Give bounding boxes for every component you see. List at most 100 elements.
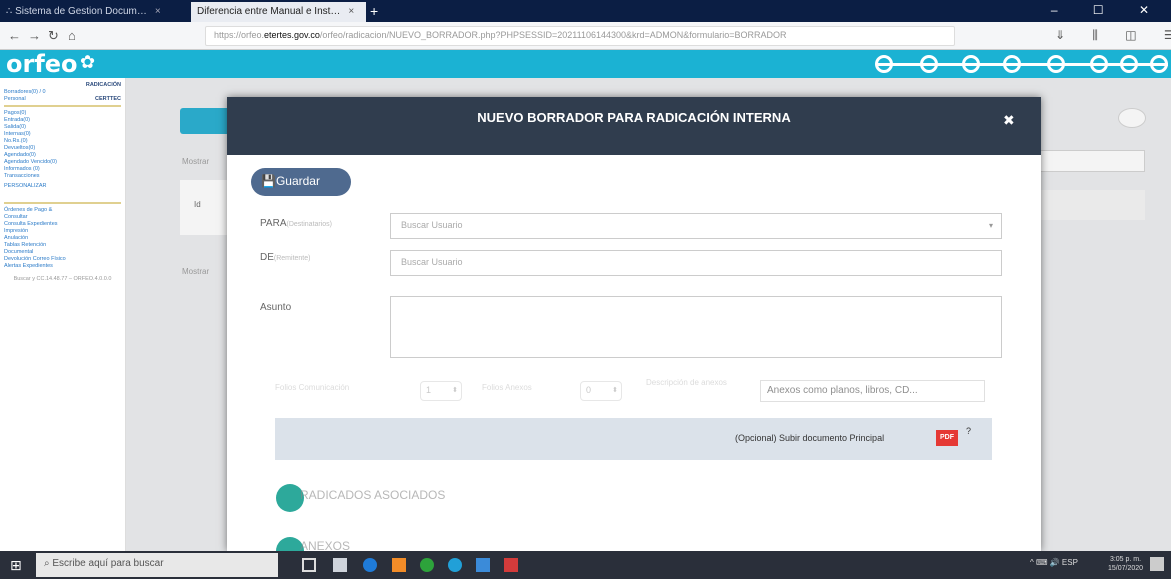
modal-header — [227, 97, 1041, 155]
close-icon[interactable]: ✖ — [1003, 112, 1015, 129]
sidebar-folder-item[interactable]: Pagos(0) — [4, 110, 121, 117]
de-sub-label: (Remitente) — [273, 255, 311, 262]
para-select[interactable]: Buscar Usuario ▾ — [390, 213, 1002, 239]
sidebar-menu-item[interactable]: Tablas Retención — [4, 242, 121, 249]
sidebar-menu-item[interactable]: Consultar — [4, 214, 121, 221]
de-input[interactable]: Buscar Usuario — [390, 250, 1002, 276]
logout-icon[interactable] — [1150, 55, 1168, 73]
background-column-header: Id — [194, 200, 201, 209]
asunto-textarea[interactable] — [390, 296, 1002, 358]
nav-circle-icon[interactable] — [920, 55, 938, 73]
taskbar-search-placeholder: Escribe aquí para buscar — [52, 558, 164, 569]
sidebar-folder-item[interactable]: Salida(0) — [4, 124, 121, 131]
radicados-section-title: RADICADOS ASOCIADOS — [300, 488, 446, 502]
sidebar-menu-item[interactable]: Documental — [4, 249, 121, 256]
app-badge-icon: ✿ — [80, 52, 96, 72]
sidebar-footer: Buscar y CC.14.48.77 – ORFEO.4.0.0.0 — [13, 276, 112, 282]
de-label: DE(Remitente) — [260, 252, 310, 263]
windows-start-icon[interactable]: ⊞ — [10, 557, 22, 574]
folios-stepper[interactable]: 1 ⬍ — [420, 381, 462, 401]
help-icon[interactable] — [962, 55, 980, 73]
close-tab-icon[interactable]: × — [155, 6, 161, 17]
background-label: Mostrar — [182, 267, 210, 276]
sidebar-folder-list: Pagos(0) Entrada(0) Salida(0) Internas(0) No… — [4, 105, 121, 180]
para-sub-label: (Destinatarios) — [286, 221, 333, 228]
task-view-icon[interactable] — [302, 558, 316, 572]
chevron-down-icon: ▾ — [988, 221, 993, 230]
pdf-reader-icon[interactable] — [504, 558, 518, 572]
anexos-label: Folios Anexos — [482, 383, 532, 392]
sidebar-folder-item[interactable]: Entrada(0) — [4, 117, 121, 124]
save-button[interactable]: 💾Guardar — [251, 168, 351, 196]
address-bar[interactable]: https://orfeo.etertes.gov.co/orfeo/radic… — [205, 26, 955, 46]
app-icon[interactable] — [476, 558, 490, 572]
stepper-arrows-icon[interactable]: ⬍ — [612, 386, 618, 394]
anexos-description-input[interactable]: Anexos como planos, libros, CD... — [760, 380, 985, 402]
sidebar-folder-item[interactable]: Devueltos(0) — [4, 145, 121, 152]
sidebar-header: RADICACIÓN — [85, 82, 121, 88]
url-domain: etertes.gov.co — [264, 30, 320, 40]
asunto-label: Asunto — [260, 302, 292, 313]
nav-circle-icon[interactable] — [1120, 55, 1138, 73]
browser-tab-orfeo[interactable]: ∴ Sistema de Gestion Docum… × — [0, 2, 190, 22]
modal-title: NUEVO BORRADOR PARA RADICACIÓN INTERNA — [477, 110, 791, 125]
upload-bar — [275, 418, 992, 460]
nav-circle-icon[interactable] — [875, 55, 893, 73]
background-search-input — [1040, 150, 1145, 172]
system-tray[interactable]: ^ ⌨ 🔊 ESP — [1030, 558, 1078, 567]
browser-nav-bar: ← → ↻ ⌂ https://orfeo.etertes.gov.co/orf… — [0, 22, 1171, 50]
app-icon[interactable] — [448, 558, 462, 572]
sidebar-menu-item[interactable]: Impresión — [4, 228, 121, 235]
pdf-upload-icon[interactable]: PDF — [936, 430, 958, 446]
anexdesc-label: Descripción de anexos — [646, 378, 727, 387]
clock-date: 15/07/2020 — [1108, 565, 1144, 572]
stepper-arrows-icon[interactable]: ⬍ — [452, 386, 458, 394]
sidebar-folder-item[interactable]: Transacciones — [4, 173, 121, 180]
browser-tab-manual[interactable]: Diferencia entre Manual e Inst… × — [191, 2, 366, 22]
upload-help-icon[interactable]: ? — [966, 426, 971, 436]
para-label-text: PARA — [260, 218, 287, 229]
reload-icon[interactable]: ↻ — [48, 28, 59, 44]
taskbar-search-input[interactable]: ⌕ Escribe aquí para buscar — [36, 553, 278, 577]
sidebar-folder-item[interactable]: No.Rs.(0) — [4, 138, 121, 145]
sidebar-personalize[interactable]: PERSONALIZAR — [4, 183, 121, 190]
nav-circle-icon[interactable] — [1090, 55, 1108, 73]
sidebar-menu-item[interactable]: Consulta Expedientes — [4, 221, 121, 228]
sidebar-tab-personal[interactable]: Personal — [4, 96, 26, 103]
sidebar-folder-item[interactable]: Internas(0) — [4, 131, 121, 138]
anexos-stepper[interactable]: 0 ⬍ — [580, 381, 622, 401]
sidebar-menu-item[interactable]: Anulación — [4, 235, 121, 242]
sidebar-folder-item[interactable]: Informados (0) — [4, 166, 121, 173]
info-icon[interactable] — [1003, 55, 1021, 73]
sidebar-menu-item[interactable]: Alertas Expedientes — [4, 263, 121, 270]
back-arrow-icon[interactable]: ← — [8, 28, 21, 43]
background-new-button — [180, 108, 230, 134]
settings-icon[interactable] — [1047, 55, 1065, 73]
new-tab-button[interactable]: + — [370, 3, 378, 19]
close-tab-icon[interactable]: × — [348, 6, 354, 17]
de-placeholder: Buscar Usuario — [401, 257, 463, 267]
forward-arrow-icon[interactable]: → — [28, 28, 41, 43]
notification-icon[interactable] — [1150, 557, 1164, 571]
background-table-row — [1040, 190, 1145, 220]
sidebar-menu-item[interactable]: Órdenes de Pago & — [4, 207, 121, 214]
sidebar-menu-list: Órdenes de Pago & Consultar Consulta Exped… — [4, 202, 121, 270]
sidebar: RADICACIÓN Borradores(0) / 0 Personal CE… — [0, 78, 126, 551]
sidebar-menu-item[interactable]: Devolución Correo Físico — [4, 256, 121, 263]
taskbar-clock[interactable]: 3:05 p. m. 15/07/2020 — [1108, 555, 1143, 573]
sidebar-folder-item[interactable]: Agendado(0) — [4, 152, 121, 159]
home-icon[interactable]: ⌂ — [68, 28, 76, 43]
firefox-icon[interactable] — [392, 558, 406, 572]
de-label-text: DE — [260, 252, 274, 263]
para-label: PARA(Destinatarios) — [260, 218, 332, 229]
sidebar-user[interactable]: Borradores(0) / 0 — [4, 89, 121, 96]
browser-toolbar-icons[interactable]: ⇓ ⫼ ◫ ☰ — [1055, 28, 1171, 43]
edge-browser-icon[interactable] — [363, 558, 377, 572]
sidebar-tab-certtec[interactable]: CERTTEC — [95, 96, 121, 103]
url-prefix: https://orfeo. — [214, 30, 265, 40]
window-controls[interactable]: – ☐ ✕ — [1051, 3, 1165, 17]
folios-value: 1 — [426, 385, 432, 395]
mail-app-icon[interactable] — [333, 558, 347, 572]
sidebar-folder-item[interactable]: Agendado Vencido(0) — [4, 159, 121, 166]
chrome-icon[interactable] — [420, 558, 434, 572]
